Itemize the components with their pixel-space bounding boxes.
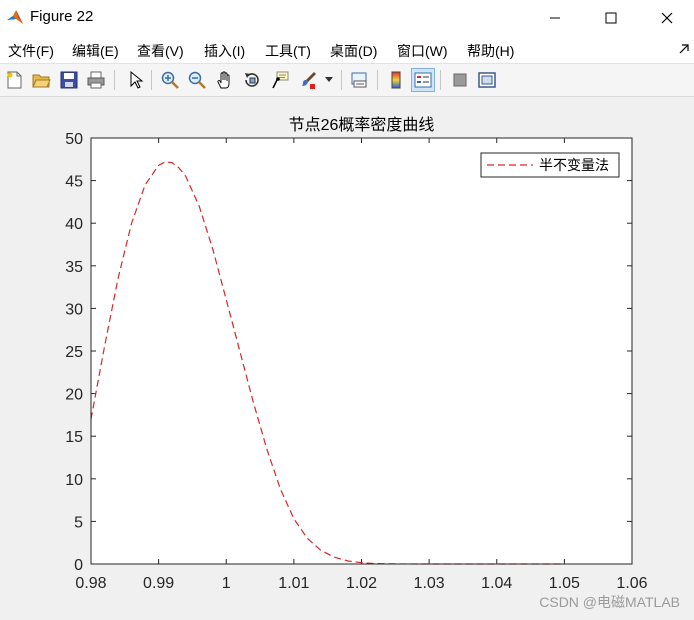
x-tick-label: 1.06 xyxy=(616,575,647,592)
toolbar-separator xyxy=(341,70,342,90)
y-tick-label: 0 xyxy=(74,557,83,574)
y-tick-label: 5 xyxy=(74,514,83,531)
menu-help[interactable]: 帮助(H) xyxy=(467,41,514,61)
menu-file[interactable]: 文件(F) xyxy=(8,41,54,61)
title-bar: Figure 22 xyxy=(0,0,694,35)
pointer-icon[interactable] xyxy=(123,68,147,92)
rotate-3d-icon[interactable] xyxy=(240,68,264,92)
plot-area xyxy=(91,138,632,564)
watermark-text: CSDN @电磁MATLAB xyxy=(539,594,680,610)
y-tick-label: 45 xyxy=(65,174,83,191)
x-tick-label: 1.04 xyxy=(481,575,512,592)
matlab-logo-icon xyxy=(6,8,24,26)
menu-edit[interactable]: 编辑(E) xyxy=(72,41,119,61)
menu-view[interactable]: 查看(V) xyxy=(137,41,184,61)
minimize-button[interactable] xyxy=(532,0,578,35)
pan-icon[interactable] xyxy=(213,68,237,92)
menu-bar: 文件(F) 编辑(E) 查看(V) 插入(I) 工具(T) 桌面(D) 窗口(W… xyxy=(0,35,694,64)
maximize-button[interactable] xyxy=(588,0,634,35)
zoom-out-icon[interactable] xyxy=(185,68,209,92)
chart-title: 节点26概率密度曲线 xyxy=(289,116,435,134)
toolbar-separator xyxy=(440,70,441,90)
dock-arrow-icon[interactable] xyxy=(678,42,690,60)
maximize-icon xyxy=(605,12,617,23)
x-tick-label: 1 xyxy=(222,575,231,592)
new-figure-icon[interactable] xyxy=(2,68,26,92)
y-tick-label: 20 xyxy=(65,387,83,404)
show-plot-tools-icon[interactable] xyxy=(475,68,499,92)
brush-icon[interactable] xyxy=(296,68,320,92)
menu-insert[interactable]: 插入(I) xyxy=(204,41,245,61)
print-icon[interactable] xyxy=(84,68,108,92)
x-tick-label: 0.99 xyxy=(143,575,174,592)
y-tick-label: 50 xyxy=(65,131,83,148)
legend-label: 半不变量法 xyxy=(539,157,609,173)
y-tick-label: 30 xyxy=(65,301,83,318)
colorbar-icon[interactable] xyxy=(384,68,408,92)
x-tick-label: 1.01 xyxy=(278,575,309,592)
close-icon xyxy=(661,12,673,23)
y-tick-label: 10 xyxy=(65,472,83,489)
zoom-in-icon[interactable] xyxy=(158,68,182,92)
line-chart: 0.98 0.99 1 1.01 1.02 1.03 1.04 1.05 1.06 0 5 10 15 2… xyxy=(65,116,647,592)
toolbar-separator xyxy=(377,70,378,90)
hide-plot-tools-icon[interactable] xyxy=(448,68,472,92)
window-title: Figure 22 xyxy=(30,8,94,25)
data-cursor-icon[interactable] xyxy=(268,68,292,92)
x-tick-label: 0.98 xyxy=(75,575,106,592)
link-plot-icon[interactable] xyxy=(347,68,371,92)
brush-dropdown-icon[interactable] xyxy=(322,68,336,92)
legend-icon[interactable] xyxy=(411,68,435,92)
save-icon[interactable] xyxy=(57,68,81,92)
close-button[interactable] xyxy=(644,0,690,35)
toolbar-separator xyxy=(114,70,115,90)
figure-canvas: 0.98 0.99 1 1.01 1.02 1.03 1.04 1.05 1.06 0 5 10 15 2… xyxy=(0,97,694,620)
x-tick-label: 1.05 xyxy=(549,575,580,592)
toolbar-separator xyxy=(151,70,152,90)
figure-toolbar xyxy=(0,64,694,97)
y-tick-label: 25 xyxy=(65,344,83,361)
menu-desktop[interactable]: 桌面(D) xyxy=(330,41,377,61)
y-tick-label: 40 xyxy=(65,216,83,233)
x-tick-label: 1.02 xyxy=(346,575,377,592)
x-tick-label: 1.03 xyxy=(414,575,445,592)
y-tick-label: 15 xyxy=(65,429,83,446)
y-tick-label: 35 xyxy=(65,259,83,276)
menu-window[interactable]: 窗口(W) xyxy=(397,41,448,61)
minimize-icon xyxy=(550,17,560,18)
menu-tools[interactable]: 工具(T) xyxy=(265,41,311,61)
open-file-icon[interactable] xyxy=(29,68,53,92)
